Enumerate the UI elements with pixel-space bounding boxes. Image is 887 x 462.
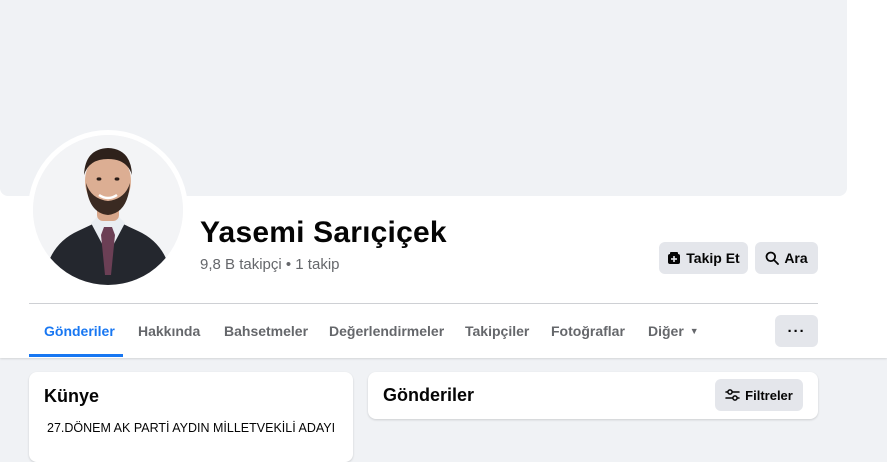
tab-label: Takipçiler — [465, 322, 530, 339]
tab-label: Bahsetmeler — [224, 322, 309, 339]
profile-name: Yasemi Sarıçiçek — [200, 216, 447, 249]
posts-card: Gönderiler Filtreler — [368, 372, 818, 419]
follower-stats[interactable]: 9,8 B takipçi • 1 takip — [200, 256, 340, 273]
ellipsis-icon: ··· — [787, 322, 806, 340]
tab-reviews[interactable]: Değerlendirmeler — [329, 303, 444, 358]
user-plus-icon — [667, 251, 681, 265]
tab-label: Değerlendirmeler — [329, 322, 445, 339]
profile-header: Yasemi Sarıçiçek 9,8 B takipçi • 1 takip… — [0, 0, 887, 358]
tab-about[interactable]: Hakkında — [138, 303, 200, 358]
filter-button-label: Filtreler — [745, 387, 793, 403]
tab-mentions[interactable]: Bahsetmeler — [224, 303, 308, 358]
more-options-button[interactable]: ··· — [775, 315, 818, 347]
search-button[interactable]: Ara — [755, 242, 818, 274]
active-tab-indicator — [29, 354, 123, 357]
caret-down-icon: ▼ — [689, 325, 699, 336]
filter-button[interactable]: Filtreler — [715, 379, 803, 411]
follow-button-label: Takip Et — [686, 250, 740, 266]
sliders-icon — [725, 388, 740, 402]
intro-bio: 27.DÖNEM AK PARTİ AYDIN MİLLETVEKİLİ ADA… — [47, 421, 336, 435]
tab-label: Hakkında — [138, 322, 201, 339]
tab-posts[interactable]: Gönderiler — [44, 303, 115, 358]
tab-label: Fotoğraflar — [551, 322, 625, 339]
intro-title: Künye — [44, 386, 100, 406]
follow-button[interactable]: Takip Et — [659, 242, 748, 274]
search-button-label: Ara — [784, 250, 808, 266]
tab-more[interactable]: Diğer ▼ — [648, 303, 699, 358]
intro-card: Künye 27.DÖNEM AK PARTİ AYDIN MİLLETVEKİ… — [29, 372, 353, 462]
tab-label: Gönderiler — [44, 322, 115, 339]
tab-followers[interactable]: Takipçiler — [465, 303, 529, 358]
tab-label: Diğer — [648, 322, 684, 339]
tab-photos[interactable]: Fotoğraflar — [551, 303, 625, 358]
search-icon — [765, 251, 780, 265]
avatar[interactable] — [33, 135, 183, 285]
profile-photo — [33, 135, 183, 285]
posts-title: Gönderiler — [383, 385, 475, 405]
